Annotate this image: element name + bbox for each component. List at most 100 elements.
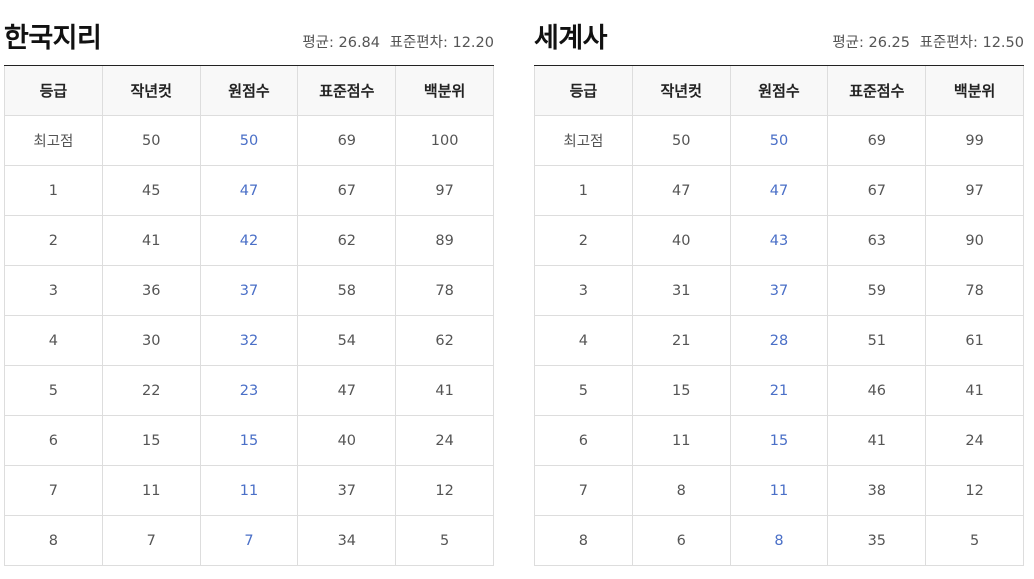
cell-standard-score: 67: [827, 165, 927, 216]
cell-standard-score: 59: [827, 265, 927, 316]
cell-raw-score: 47: [200, 165, 299, 216]
cell-last-year-cut: 45: [102, 165, 201, 216]
cell-last-year-cut: 8: [632, 465, 731, 516]
cell-standard-score: 37: [297, 465, 397, 516]
table-header-row: 등급 작년컷 원점수 표준점수 백분위: [4, 66, 494, 116]
cell-raw-score: 37: [200, 265, 299, 316]
table-row: 6 11 15 41 24: [534, 415, 1024, 466]
column-header-grade: 등급: [534, 66, 633, 116]
cell-last-year-cut: 6: [632, 515, 731, 566]
cell-percentile: 62: [395, 315, 494, 366]
cell-last-year-cut: 31: [632, 265, 731, 316]
panel-korean-geography: 한국지리 평균: 26.84 표준편차: 12.20 등급 작년컷 원점수 표준…: [4, 0, 494, 566]
sd-value: 12.50: [982, 35, 1024, 51]
cell-standard-score: 51: [827, 315, 927, 366]
cell-standard-score: 40: [297, 415, 397, 466]
subject-title: 세계사: [534, 23, 608, 54]
cell-grade: 2: [4, 215, 103, 266]
cell-raw-score: 23: [200, 365, 299, 416]
column-header-standard-score: 표준점수: [297, 66, 397, 116]
cell-raw-score: 50: [730, 115, 829, 166]
cell-percentile: 78: [395, 265, 494, 316]
cell-last-year-cut: 15: [632, 365, 731, 416]
cell-raw-score: 15: [730, 415, 829, 466]
cell-last-year-cut: 22: [102, 365, 201, 416]
table-row: 6 15 15 40 24: [4, 415, 494, 466]
cell-grade: 7: [4, 465, 103, 516]
cell-standard-score: 34: [297, 515, 397, 566]
cell-percentile: 5: [395, 515, 494, 566]
cell-raw-score: 11: [730, 465, 829, 516]
cell-last-year-cut: 50: [632, 115, 731, 166]
cell-grade: 3: [534, 265, 633, 316]
cell-grade: 7: [534, 465, 633, 516]
table-row: 3 36 37 58 78: [4, 265, 494, 316]
cell-percentile: 89: [395, 215, 494, 266]
cell-percentile: 24: [395, 415, 494, 466]
score-stats: 평균: 26.84 표준편차: 12.20: [302, 31, 494, 52]
cell-standard-score: 38: [827, 465, 927, 516]
table-row: 2 41 42 62 89: [4, 215, 494, 266]
cell-raw-score: 7: [200, 515, 299, 566]
cell-percentile: 99: [925, 115, 1024, 166]
column-header-percentile: 백분위: [395, 66, 494, 116]
cell-percentile: 41: [395, 365, 494, 416]
table-row: 5 15 21 46 41: [534, 365, 1024, 416]
column-header-raw-score: 원점수: [730, 66, 829, 116]
table-row: 7 11 11 37 12: [4, 465, 494, 516]
cell-grade: 8: [534, 515, 633, 566]
table-row: 8 7 7 34 5: [4, 515, 494, 566]
column-header-grade: 등급: [4, 66, 103, 116]
sd-label: 표준편차:: [389, 35, 448, 51]
cell-percentile: 97: [925, 165, 1024, 216]
cell-grade: 1: [534, 165, 633, 216]
cell-percentile: 24: [925, 415, 1024, 466]
table-row: 8 6 8 35 5: [534, 515, 1024, 566]
table-row: 최고점 50 50 69 100: [4, 115, 494, 166]
cell-standard-score: 54: [297, 315, 397, 366]
cell-last-year-cut: 11: [632, 415, 731, 466]
score-stats: 평균: 26.25 표준편차: 12.50: [832, 31, 1024, 52]
table-row: 5 22 23 47 41: [4, 365, 494, 416]
cell-raw-score: 21: [730, 365, 829, 416]
cell-grade: 4: [534, 315, 633, 366]
table-header-row: 등급 작년컷 원점수 표준점수 백분위: [534, 66, 1024, 116]
cell-grade: 5: [4, 365, 103, 416]
mean-label: 평균:: [832, 35, 864, 51]
cell-grade: 2: [534, 215, 633, 266]
cell-last-year-cut: 7: [102, 515, 201, 566]
cell-percentile: 5: [925, 515, 1024, 566]
table-row: 7 8 11 38 12: [534, 465, 1024, 516]
cell-raw-score: 8: [730, 515, 829, 566]
table-row: 4 30 32 54 62: [4, 315, 494, 366]
sd-label: 표준편차:: [919, 35, 978, 51]
cell-standard-score: 46: [827, 365, 927, 416]
subject-title: 한국지리: [4, 23, 102, 54]
grade-cut-table: 등급 작년컷 원점수 표준점수 백분위 최고점 50 50 69 100 1 45 47 67 9…: [4, 66, 494, 566]
column-header-standard-score: 표준점수: [827, 66, 927, 116]
cell-percentile: 41: [925, 365, 1024, 416]
cell-percentile: 78: [925, 265, 1024, 316]
column-header-percentile: 백분위: [925, 66, 1024, 116]
cell-last-year-cut: 36: [102, 265, 201, 316]
cell-percentile: 12: [395, 465, 494, 516]
cell-last-year-cut: 47: [632, 165, 731, 216]
cell-percentile: 90: [925, 215, 1024, 266]
cell-raw-score: 47: [730, 165, 829, 216]
cell-grade: 4: [4, 315, 103, 366]
cell-raw-score: 32: [200, 315, 299, 366]
panel-world-history: 세계사 평균: 26.25 표준편차: 12.50 등급 작년컷 원점수 표준점…: [534, 0, 1024, 566]
cell-raw-score: 11: [200, 465, 299, 516]
cell-raw-score: 42: [200, 215, 299, 266]
cell-grade: 6: [4, 415, 103, 466]
cell-raw-score: 43: [730, 215, 829, 266]
sd-value: 12.20: [452, 35, 494, 51]
cell-standard-score: 41: [827, 415, 927, 466]
cell-standard-score: 62: [297, 215, 397, 266]
cell-standard-score: 35: [827, 515, 927, 566]
cell-raw-score: 50: [200, 115, 299, 166]
cell-last-year-cut: 30: [102, 315, 201, 366]
cell-grade: 최고점: [534, 115, 633, 166]
cell-grade: 8: [4, 515, 103, 566]
table-row: 1 47 47 67 97: [534, 165, 1024, 216]
